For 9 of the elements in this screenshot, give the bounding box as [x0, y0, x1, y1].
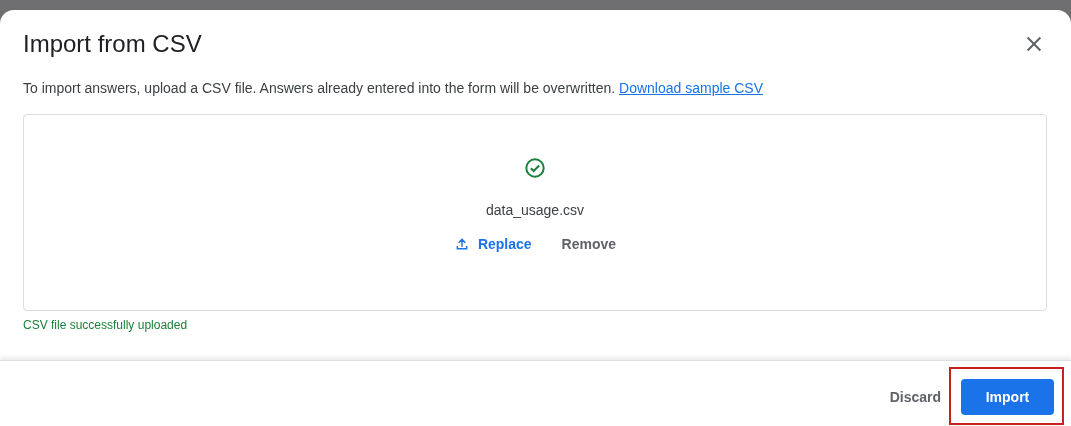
- import-button[interactable]: Import: [961, 379, 1054, 415]
- description-text: To import answers, upload a CSV file. Answers already entered into the form will be overwritten.: [23, 80, 616, 96]
- discard-button[interactable]: Discard: [885, 379, 945, 415]
- status-message: CSV file successfully uploaded: [23, 318, 189, 332]
- remove-button[interactable]: Remove: [553, 232, 625, 256]
- file-name: data_usage.csv: [485, 202, 585, 218]
- download-link[interactable]: Download sample CSV: [619, 80, 764, 96]
- replace-button[interactable]: Replace: [445, 232, 540, 256]
- dialog-title: Import from CSV: [23, 30, 202, 58]
